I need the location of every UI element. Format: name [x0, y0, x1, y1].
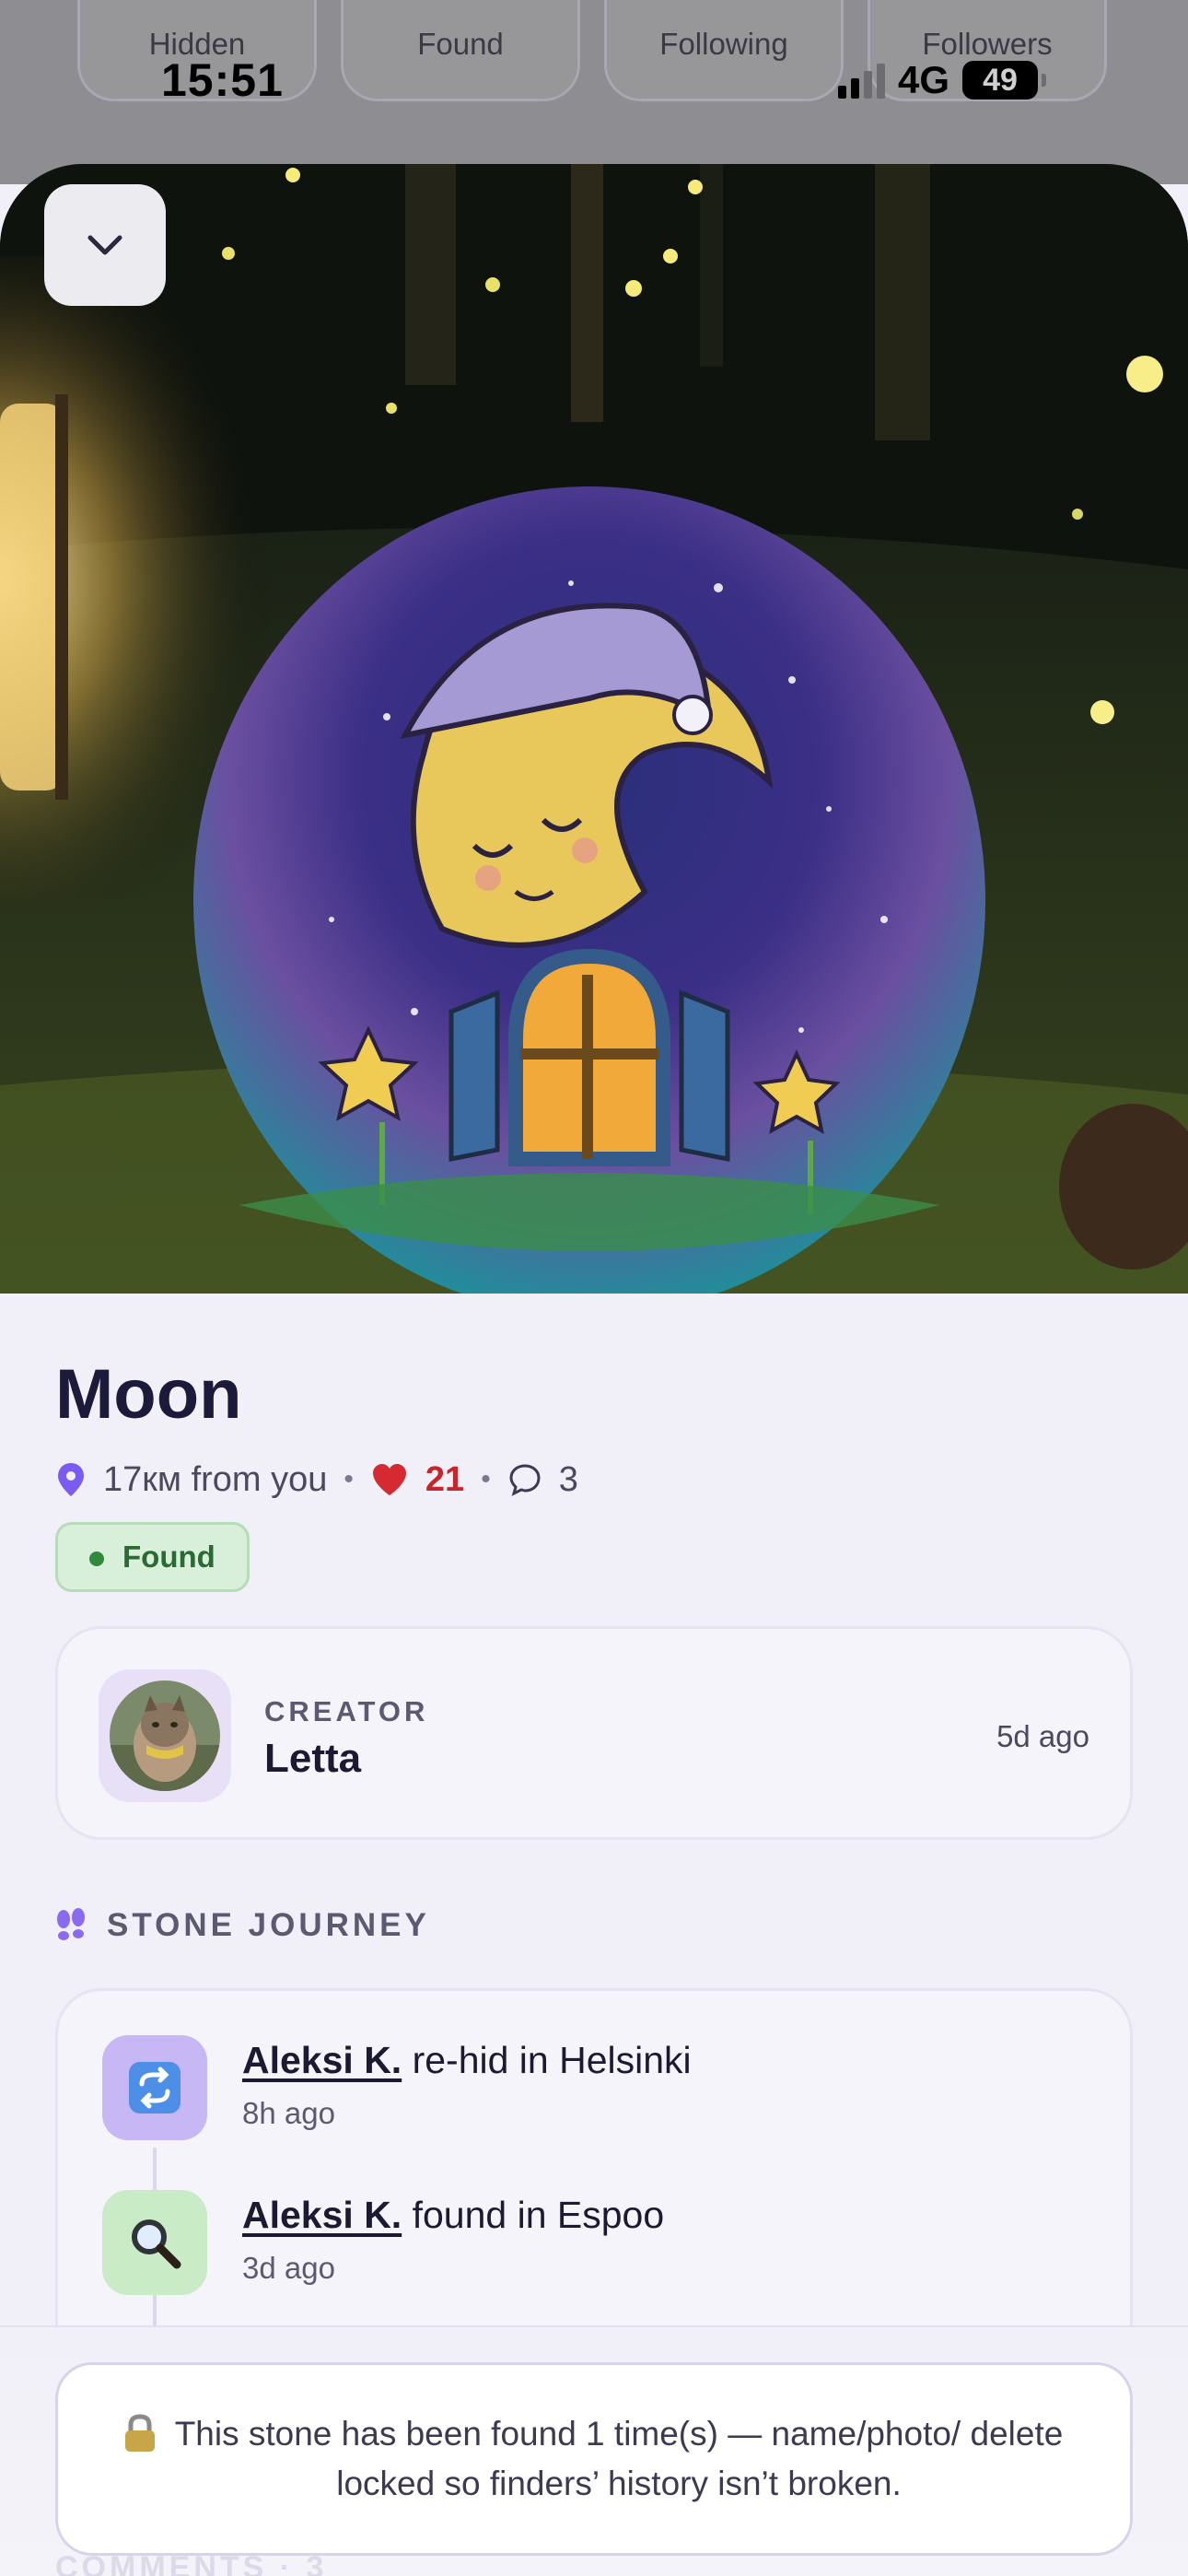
stone-meta-row: 17км from you • 21 • 3	[55, 1454, 578, 1505]
stat-found: Found	[341, 0, 580, 101]
stone-title: Moon	[55, 1355, 242, 1434]
lock-notice: This stone has been found 1 time(s) — na…	[55, 2362, 1133, 2556]
background-stats-bar: Hidden Found Following Followers 15:51 4…	[0, 0, 1188, 184]
creator-timestamp: 5d ago	[996, 1719, 1089, 1753]
stone-illustration	[0, 164, 1188, 1294]
lock-notice-text: This stone has been found 1 time(s) — na…	[174, 2415, 1064, 2502]
creator-card[interactable]: CREATOR Letta 5d ago	[55, 1626, 1133, 1840]
journey-title: STONE JOURNEY	[107, 1907, 430, 1943]
event-time: 3d ago	[242, 2251, 335, 2285]
network-type: 4G	[898, 58, 950, 101]
chevron-down-icon	[87, 235, 122, 255]
lock-icon	[125, 2414, 155, 2452]
separator-dot: •	[344, 1464, 354, 1494]
stat-following: Following	[604, 0, 844, 101]
collapse-button[interactable]	[44, 184, 166, 306]
repeat-icon	[102, 2035, 207, 2140]
event-description: Aleksi K. re-hid in Helsinki	[242, 2039, 692, 2082]
comment-bubble-icon[interactable]	[507, 1462, 542, 1497]
creator-label: CREATOR	[264, 1695, 429, 1727]
event-actor-link[interactable]: Aleksi K.	[242, 2039, 402, 2081]
footprints-icon	[57, 1908, 85, 1940]
separator-dot: •	[481, 1464, 491, 1494]
repeat-icon-glyph	[129, 2062, 181, 2113]
battery-level: 49	[983, 62, 1018, 98]
event-time: 8h ago	[242, 2096, 335, 2130]
status-indicators: 4G 49	[838, 57, 1047, 103]
event-description: Aleksi K. found in Espoo	[242, 2194, 664, 2237]
battery-icon: 49	[962, 61, 1047, 100]
creator-name[interactable]: Letta	[264, 1736, 361, 1782]
avatar-frame	[99, 1669, 231, 1802]
lock-notice-content: This stone has been found 1 time(s) — na…	[122, 2409, 1066, 2509]
stat-label: Following	[659, 27, 788, 61]
avatar	[110, 1680, 220, 1791]
magnifier-icon	[102, 2190, 207, 2295]
magnifier-icon-glyph	[132, 2219, 181, 2269]
stone-photo	[0, 164, 1188, 1294]
comments-count: 3	[558, 1459, 578, 1499]
event-action: re-hid in Helsinki	[402, 2039, 692, 2081]
status-badge: Found	[55, 1522, 250, 1592]
journey-header: STONE JOURNEY	[55, 1907, 430, 1944]
journey-event: Aleksi K. found in Espoo 3d ago	[102, 2190, 1078, 2301]
journey-event: Aleksi K. re-hid in Helsinki 8h ago	[102, 2035, 1078, 2146]
event-actor-link[interactable]: Aleksi K.	[242, 2194, 402, 2236]
location-pin-icon	[58, 1463, 84, 1496]
signal-icon	[838, 62, 885, 99]
event-action: found in Espoo	[402, 2194, 665, 2236]
likes-count: 21	[425, 1459, 465, 1499]
distance-text: 17км from you	[103, 1459, 328, 1499]
status-time: 15:51	[161, 54, 284, 106]
stat-label: Found	[417, 27, 504, 61]
heart-icon[interactable]	[370, 1462, 409, 1497]
